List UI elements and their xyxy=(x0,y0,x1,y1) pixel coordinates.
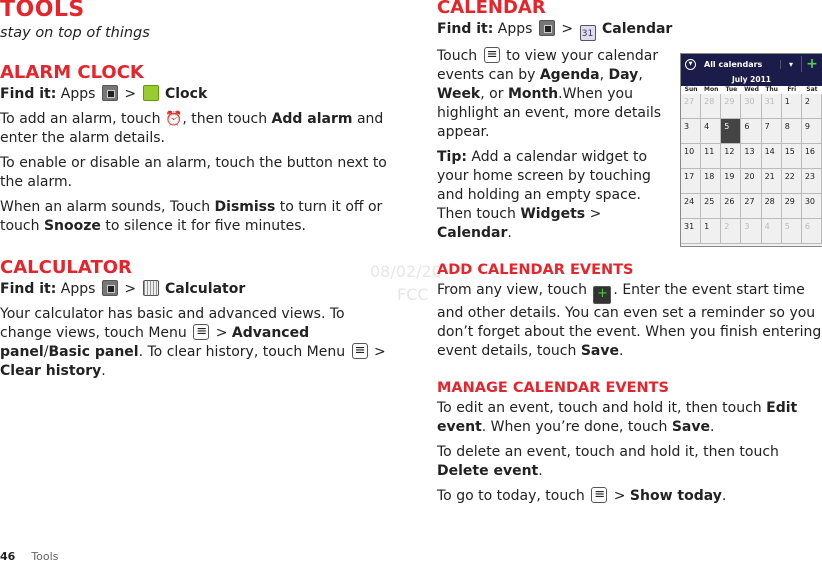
calendar-heading: Calendar xyxy=(437,0,546,18)
date-grid: 27 28 29 30 31 1 2 3 4 5 6 7 8 9 10 11 12 13 14 15 16 17 18 19 2… xyxy=(681,94,822,244)
date-cell[interactable]: 5 xyxy=(781,219,802,244)
alarm-find-it: Find it: Apps > Clock xyxy=(0,85,208,102)
apps-icon xyxy=(101,85,118,101)
add-icon: + xyxy=(593,286,612,304)
date-cell[interactable]: 27 xyxy=(681,94,702,119)
date-cell[interactable]: 11 xyxy=(701,144,722,169)
date-cell[interactable]: 30 xyxy=(741,94,762,119)
date-cell[interactable]: 5 xyxy=(721,119,742,144)
weekday-label: Wed xyxy=(744,86,759,93)
view-toggle-icon[interactable]: ▾ xyxy=(780,59,801,69)
apps-icon xyxy=(101,280,118,296)
date-cell[interactable]: 29 xyxy=(781,194,802,219)
alarm-p1: To add an alarm, touch ⏰, then touch Add… xyxy=(0,111,384,146)
calendar-find-it: Find it: Apps > 31 Calendar xyxy=(437,20,673,41)
calendar-filter[interactable]: All calendars xyxy=(704,60,780,69)
date-cell[interactable]: 26 xyxy=(721,194,742,219)
date-cell[interactable]: 12 xyxy=(721,144,742,169)
date-cell[interactable]: 3 xyxy=(681,119,702,144)
date-cell[interactable]: 8 xyxy=(781,119,802,144)
date-cell[interactable]: 14 xyxy=(761,144,782,169)
date-cell[interactable]: 27 xyxy=(741,194,762,219)
date-cell[interactable]: 21 xyxy=(761,169,782,194)
date-cell[interactable]: 7 xyxy=(761,119,782,144)
date-cell[interactable]: 3 xyxy=(741,219,762,244)
date-cell[interactable]: 1 xyxy=(781,94,802,119)
menu-icon xyxy=(193,322,210,341)
manage-p2: To delete an event, touch and hold it, t… xyxy=(437,444,779,479)
date-cell[interactable]: 6 xyxy=(801,219,822,244)
date-cell[interactable]: 24 xyxy=(681,194,702,219)
add-event-icon[interactable]: + xyxy=(801,56,822,72)
date-cell[interactable]: 2 xyxy=(801,94,822,119)
date-cell[interactable]: 23 xyxy=(801,169,822,194)
date-cell[interactable]: 4 xyxy=(701,119,722,144)
calendar-month: July 2011 xyxy=(681,74,822,86)
add-events-p: From any view, touch +. Enter the event … xyxy=(437,282,822,359)
weekday-row: Sun Mon Tue Wed Thu Fri Sat xyxy=(681,86,822,94)
date-cell[interactable]: 13 xyxy=(741,144,762,169)
alarm-heading: Alarm clock xyxy=(0,62,144,83)
date-cell[interactable]: 31 xyxy=(681,219,702,244)
calculator-p1: Your calculator has basic and advanced v… xyxy=(0,305,392,381)
footer-section: Tools xyxy=(31,550,59,563)
date-cell[interactable]: 19 xyxy=(721,169,742,194)
date-cell[interactable]: 15 xyxy=(781,144,802,169)
manage-events-heading: Manage calendar events xyxy=(437,380,669,396)
date-cell[interactable]: 18 xyxy=(701,169,722,194)
calendar-widget: ▼ All calendars ▾ + July 2011 Sun Mon Tue W… xyxy=(680,53,822,247)
page-title: Tools xyxy=(0,0,85,22)
menu-icon xyxy=(591,485,608,504)
date-cell[interactable]: 29 xyxy=(721,94,742,119)
weekday-label: Fri xyxy=(787,86,797,93)
date-cell[interactable]: 30 xyxy=(801,194,822,219)
date-cell[interactable]: 4 xyxy=(761,219,782,244)
calculator-heading: Calculator xyxy=(0,257,132,278)
alarm-p2: To enable or disable an alarm, touch the… xyxy=(0,155,387,190)
footer: 46 Tools xyxy=(0,550,58,563)
weekday-label: Tue xyxy=(725,86,738,93)
date-cell[interactable]: 28 xyxy=(701,94,722,119)
date-cell[interactable]: 17 xyxy=(681,169,702,194)
date-cell[interactable]: 16 xyxy=(801,144,822,169)
calendar-icon: 31 xyxy=(579,25,596,41)
date-cell[interactable]: 2 xyxy=(721,219,742,244)
alarm-icon: ⏰ xyxy=(164,111,183,127)
left-column: Tools stay on top of things Alarm clock … xyxy=(0,0,392,381)
menu-icon xyxy=(351,341,368,360)
alarm-p3: When an alarm sounds, Touch Dismiss to t… xyxy=(0,199,383,234)
date-cell[interactable]: 20 xyxy=(741,169,762,194)
dropdown-icon[interactable]: ▼ xyxy=(685,58,696,70)
page-subtitle: stay on top of things xyxy=(0,25,150,41)
menu-icon xyxy=(483,45,500,64)
calculator-find-it: Find it: Apps > Calculator xyxy=(0,280,246,297)
date-cell[interactable]: 25 xyxy=(701,194,722,219)
calculator-icon xyxy=(142,280,159,296)
weekday-label: Sun xyxy=(684,86,698,93)
manage-p1: To edit an event, touch and hold it, the… xyxy=(437,400,798,435)
weekday-label: Mon xyxy=(704,86,719,93)
page-number: 46 xyxy=(0,550,16,563)
calendar-tip: Tip: Add a calendar widget to your home … xyxy=(437,149,651,241)
weekday-label: Sat xyxy=(806,86,818,93)
date-cell[interactable]: 10 xyxy=(681,144,702,169)
apps-icon xyxy=(538,20,555,36)
date-cell[interactable]: 6 xyxy=(741,119,762,144)
date-cell[interactable]: 1 xyxy=(701,219,722,244)
manage-p3: To go to today, touch > Show today. xyxy=(437,485,822,506)
weekday-label: Thu xyxy=(765,86,778,93)
calendar-p1: Touch to view your calendar events can b… xyxy=(437,45,662,142)
clock-icon xyxy=(142,85,159,101)
date-cell[interactable]: 31 xyxy=(761,94,782,119)
watermark-fcc: FCC xyxy=(397,285,429,304)
calendar-widget-header: ▼ All calendars ▾ + xyxy=(681,54,822,74)
date-cell[interactable]: 22 xyxy=(781,169,802,194)
date-cell[interactable]: 28 xyxy=(761,194,782,219)
date-cell[interactable]: 9 xyxy=(801,119,822,144)
add-events-heading: Add calendar events xyxy=(437,262,634,278)
